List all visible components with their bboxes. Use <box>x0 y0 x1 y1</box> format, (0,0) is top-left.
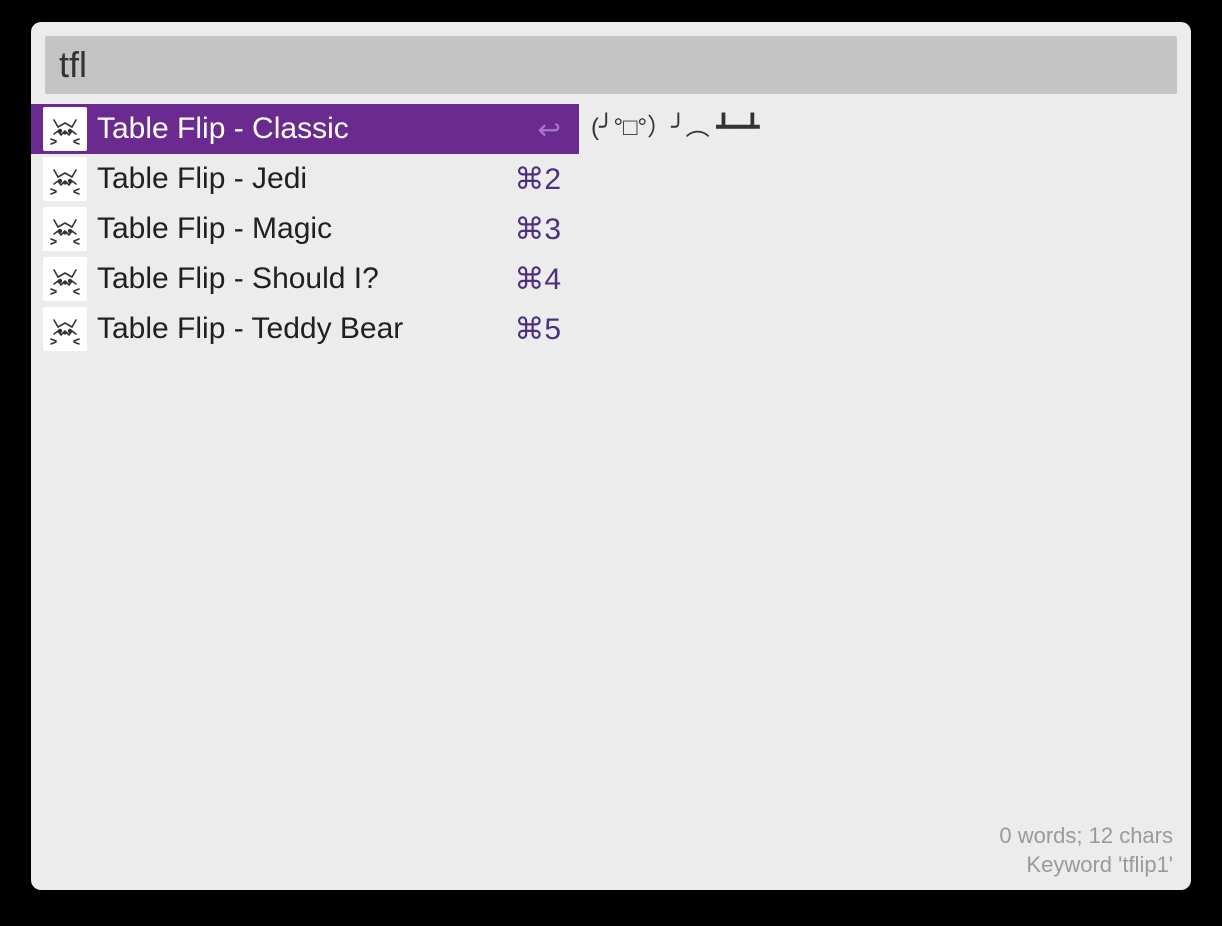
result-label: Table Flip - Magic <box>97 212 514 246</box>
snippet-icon <box>43 257 87 301</box>
result-label: Table Flip - Classic <box>97 112 538 146</box>
result-label: Table Flip - Should I? <box>97 262 514 296</box>
results-list: Table Flip - Classic ↩ ↩ <box>31 104 579 890</box>
search-input[interactable] <box>45 36 1177 94</box>
enter-icon: ↩ <box>538 113 561 146</box>
result-item-should-i[interactable]: Table Flip - Should I? ⌘4 <box>31 254 579 304</box>
meta-keyword: Keyword 'tflip1' <box>999 850 1173 880</box>
result-shortcut: ⌘2 <box>514 162 561 197</box>
snippet-icon <box>43 307 87 351</box>
result-shortcut: ⌘3 <box>514 212 561 247</box>
launcher-window: Table Flip - Classic ↩ ↩ <box>31 22 1191 890</box>
preview-text: (╯°□°）╯︵ ┻━┻ <box>591 114 1175 143</box>
result-shortcut: ⌘5 <box>514 312 561 347</box>
result-label: Table Flip - Teddy Bear <box>97 312 514 346</box>
preview-pane: (╯°□°）╯︵ ┻━┻ 0 words; 12 chars Keyword '… <box>579 104 1191 890</box>
result-item-magic[interactable]: Table Flip - Magic ⌘3 <box>31 204 579 254</box>
snippet-icon <box>43 107 87 151</box>
result-item-teddy-bear[interactable]: Table Flip - Teddy Bear ⌘5 <box>31 304 579 354</box>
result-shortcut: ⌘4 <box>514 262 561 297</box>
meta-block: 0 words; 12 chars Keyword 'tflip1' <box>999 821 1173 880</box>
snippet-icon <box>43 207 87 251</box>
result-item-jedi[interactable]: Table Flip - Jedi ⌘2 <box>31 154 579 204</box>
meta-stats: 0 words; 12 chars <box>999 821 1173 851</box>
snippet-icon <box>43 157 87 201</box>
result-label: Table Flip - Jedi <box>97 162 514 196</box>
body-area: Table Flip - Classic ↩ ↩ <box>31 104 1191 890</box>
result-item-classic[interactable]: Table Flip - Classic ↩ ↩ <box>31 104 579 154</box>
